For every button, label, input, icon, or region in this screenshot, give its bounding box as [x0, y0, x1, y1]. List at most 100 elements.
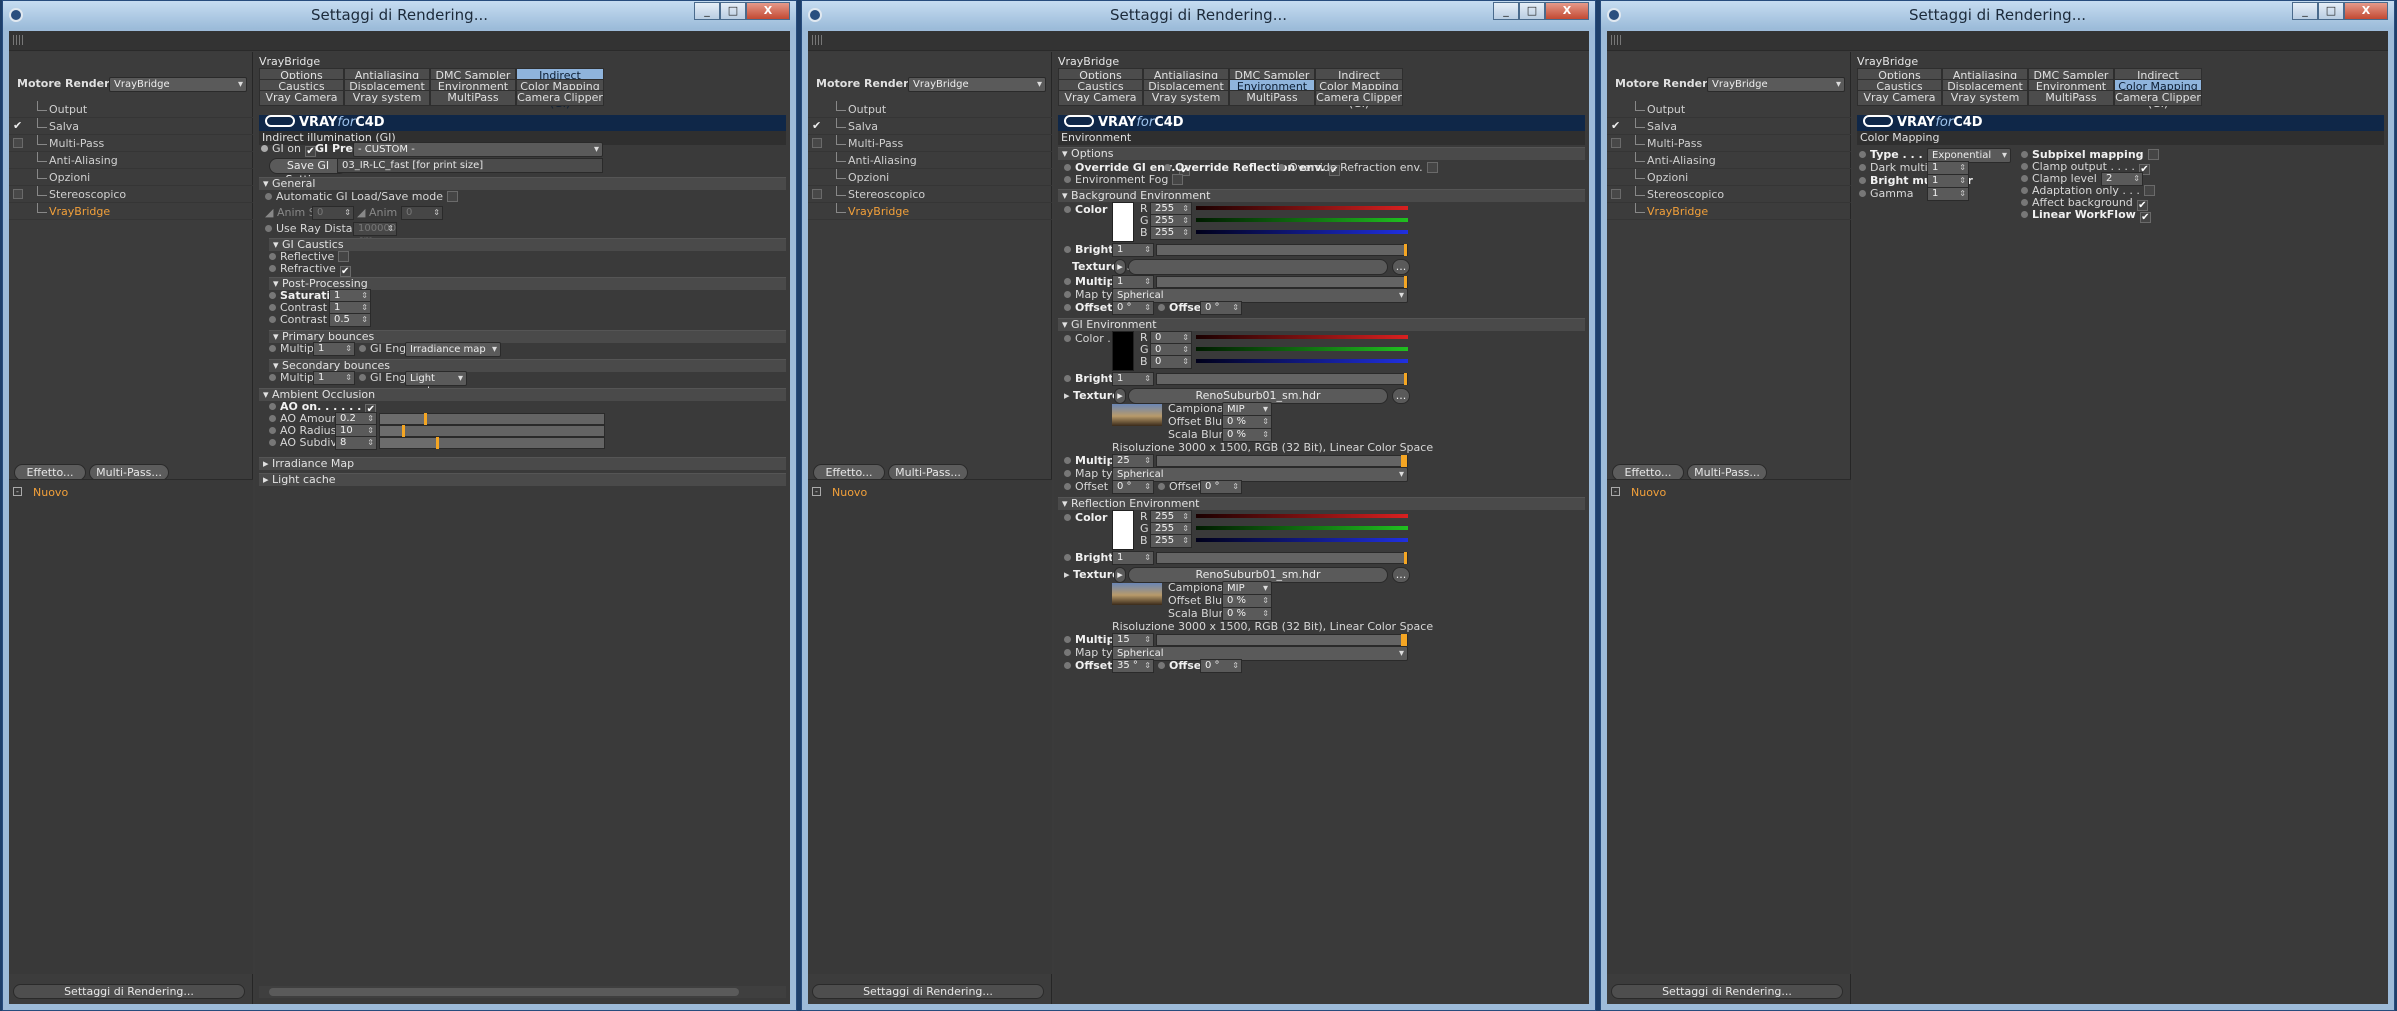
- animation-dot-icon[interactable]: [269, 427, 276, 434]
- check-icon[interactable]: ✔: [1611, 120, 1621, 131]
- bg-offset-v-input[interactable]: 0 °: [1200, 301, 1242, 315]
- animation-dot-icon[interactable]: [1064, 662, 1071, 669]
- ray-distance-input[interactable]: 100000 cm: [353, 222, 397, 246]
- maximize-button[interactable]: □: [1519, 2, 1545, 20]
- animation-dot-icon[interactable]: [1859, 151, 1866, 158]
- grip-handle[interactable]: [812, 35, 822, 45]
- tab-vray-camera[interactable]: Vray Camera: [259, 90, 344, 106]
- ao-radius-slider[interactable]: [379, 425, 605, 437]
- tree-item-output[interactable]: Output: [9, 101, 253, 118]
- animation-dot-icon[interactable]: [1064, 636, 1071, 643]
- tab-vray-camera[interactable]: Vray Camera: [1857, 90, 1942, 106]
- slider-knob[interactable]: [1401, 634, 1407, 646]
- bg-map-type-select[interactable]: Spherical: [1112, 288, 1408, 303]
- animation-dot-icon[interactable]: [269, 292, 276, 299]
- linear-workflow-checkbox[interactable]: Linear WorkFlow ✔: [2021, 208, 2151, 223]
- auto-load-checkbox[interactable]: Automatic GI Load/Save mode: [265, 190, 458, 204]
- gi-g-slider[interactable]: [1196, 347, 1408, 351]
- tree-item-stereoscopico[interactable]: Stereoscopico: [9, 186, 253, 203]
- tree-item-stereoscopico[interactable]: Stereoscopico: [808, 186, 1052, 203]
- group-light-cache[interactable]: ▸ Light cache: [259, 473, 786, 486]
- animation-dot-icon[interactable]: [1278, 164, 1285, 171]
- ao-subdivision-slider[interactable]: [379, 437, 605, 449]
- animation-dot-icon[interactable]: [1064, 554, 1071, 561]
- gi-offset-blur-input[interactable]: 0 %: [1222, 415, 1272, 429]
- tab-vray-camera[interactable]: Vray Camera: [1058, 90, 1143, 106]
- checkbox[interactable]: [1426, 162, 1438, 173]
- refl-b-input[interactable]: 255: [1150, 534, 1192, 548]
- tab-multipass[interactable]: MultiPass: [2028, 90, 2114, 106]
- animation-dot-icon[interactable]: [265, 193, 272, 200]
- checkbox[interactable]: [13, 189, 23, 199]
- checkbox[interactable]: [2143, 185, 2155, 196]
- slider-knob[interactable]: [1404, 276, 1407, 288]
- tab-vray-system[interactable]: Vray system: [344, 90, 430, 106]
- gi-b-slider[interactable]: [1196, 359, 1408, 363]
- gi-b-input[interactable]: 0: [1150, 355, 1192, 369]
- animation-dot-icon[interactable]: [1064, 304, 1071, 311]
- contrast-base-input[interactable]: 0.5: [329, 313, 371, 327]
- checkbox[interactable]: [812, 138, 822, 148]
- check-icon[interactable]: ✔: [812, 120, 822, 131]
- primary-gi-engine-select[interactable]: Irradiance map: [405, 342, 501, 357]
- gi-brightness-slider[interactable]: [1156, 373, 1408, 385]
- checkbox[interactable]: [1172, 174, 1184, 185]
- checkbox[interactable]: [812, 189, 822, 199]
- animation-dot-icon[interactable]: [261, 145, 268, 152]
- slider-knob[interactable]: [436, 437, 439, 449]
- check-icon[interactable]: ✔: [339, 266, 351, 277]
- check-icon[interactable]: ✔: [13, 120, 23, 131]
- animation-dot-icon[interactable]: [1158, 662, 1165, 669]
- animation-dot-icon[interactable]: [1859, 190, 1866, 197]
- tree-item-multipass[interactable]: Multi-Pass: [808, 135, 1052, 152]
- close-button[interactable]: X: [746, 2, 790, 20]
- tree-item-opzioni[interactable]: Opzioni: [808, 169, 1052, 186]
- horizontal-scrollbar[interactable]: [259, 986, 786, 998]
- bg-b-input[interactable]: 255: [1150, 226, 1192, 240]
- animation-dot-icon[interactable]: [1064, 246, 1071, 253]
- tab-camera-clipper[interactable]: Camera Clipper: [2114, 90, 2202, 106]
- tab-camera-clipper[interactable]: Camera Clipper: [516, 90, 604, 106]
- minimize-button[interactable]: _: [2292, 2, 2318, 20]
- animation-dot-icon[interactable]: [359, 345, 366, 352]
- render-engine-select[interactable]: VrayBridge: [908, 77, 1046, 92]
- preset-nuovo[interactable]: Nuovo: [33, 486, 68, 499]
- gi-scala-blur-input[interactable]: 0 %: [1222, 428, 1272, 442]
- tree-item-antialiasing[interactable]: Anti-Aliasing: [808, 152, 1052, 169]
- group-irradiance-map[interactable]: ▸ Irradiance Map: [259, 457, 786, 470]
- render-settings-button[interactable]: Settaggi di Rendering...: [13, 984, 245, 999]
- slider-knob[interactable]: [402, 425, 405, 437]
- preset-nuovo[interactable]: Nuovo: [1631, 486, 1666, 499]
- animation-dot-icon[interactable]: [2021, 211, 2028, 218]
- checkbox[interactable]: [1611, 189, 1621, 199]
- animation-dot-icon[interactable]: [1064, 470, 1071, 477]
- checkbox[interactable]: [13, 138, 23, 148]
- tree-item-multipass[interactable]: Multi-Pass: [9, 135, 253, 152]
- animation-dot-icon[interactable]: [2021, 151, 2028, 158]
- tab-multipass[interactable]: MultiPass: [1229, 90, 1315, 106]
- tree-item-stereoscopico[interactable]: Stereoscopico: [1607, 186, 1851, 203]
- refl-texture-more-button[interactable]: ...: [1392, 567, 1410, 583]
- save-gi-settings-button[interactable]: Save GI Settings: [269, 158, 347, 186]
- tree-item-vraybridge[interactable]: VrayBridge: [808, 203, 1052, 220]
- animation-dot-icon[interactable]: [269, 316, 276, 323]
- secondary-gi-engine-select[interactable]: Light cache: [405, 371, 467, 397]
- maximize-button[interactable]: □: [2318, 2, 2344, 20]
- refractive-checkbox[interactable]: Refractive ✔: [269, 262, 351, 277]
- animation-dot-icon[interactable]: [2021, 199, 2028, 206]
- tree-item-output[interactable]: Output: [1607, 101, 1851, 118]
- refl-brightness-input[interactable]: 1: [1112, 551, 1154, 565]
- render-settings-button[interactable]: Settaggi di Rendering...: [1611, 984, 1843, 999]
- environment-fog-checkbox[interactable]: Environment Fog: [1064, 173, 1184, 187]
- animation-dot-icon[interactable]: [1064, 278, 1071, 285]
- gi-r-slider[interactable]: [1196, 335, 1408, 339]
- maximize-button[interactable]: □: [720, 2, 746, 20]
- animation-dot-icon[interactable]: [1164, 164, 1171, 171]
- animation-dot-icon[interactable]: [269, 374, 276, 381]
- animation-dot-icon[interactable]: [2021, 163, 2028, 170]
- bg-texture-button[interactable]: [1128, 259, 1388, 275]
- minimize-button[interactable]: _: [1493, 2, 1519, 20]
- animation-dot-icon[interactable]: [269, 253, 276, 260]
- animation-dot-icon[interactable]: [1158, 304, 1165, 311]
- animation-dot-icon[interactable]: [1158, 483, 1165, 490]
